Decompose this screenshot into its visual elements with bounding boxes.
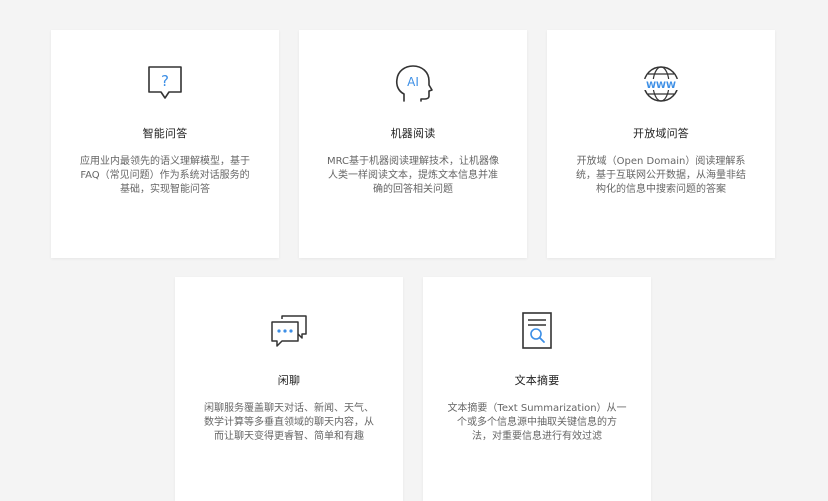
desc-line: 文本摘要（Text Summarization）从一: [447, 403, 627, 414]
card-description: 闲聊服务覆盖聊天对话、新闻、天气、 数学计算等多垂直领域的聊天内容，从 而让聊天…: [199, 402, 379, 444]
desc-line: 统，基于互联网公开数据，从海量非结: [576, 170, 746, 181]
card-title: 文本摘要: [514, 374, 560, 387]
card-text-summary[interactable]: 文本摘要 文本摘要（Text Summarization）从一 个或多个信息源中…: [423, 277, 651, 501]
card-smart-qa[interactable]: ? 智能问答 应用业内最领先的语义理解模型，基于 FAQ（常见问题）作为系统对话…: [51, 30, 279, 258]
card-open-domain-qa[interactable]: WWW 开放域问答 开放域（Open Domain）阅读理解系 统，基于互联网公…: [547, 30, 775, 258]
desc-line: 人类一样阅读文本，提炼文本信息并准: [328, 170, 498, 181]
card-title: 机器阅读: [390, 127, 436, 140]
desc-line: MRC基于机器阅读理解技术，让机器像: [326, 156, 500, 167]
question-bubble-icon: ?: [144, 63, 186, 105]
desc-line: 基础，实现智能问答: [120, 184, 210, 195]
desc-line: 而让聊天变得更睿智、简单和有趣: [214, 431, 364, 442]
desc-line: 确的回答相关问题: [373, 184, 453, 195]
desc-line: 法，对重要信息进行有效过滤: [472, 431, 602, 442]
www-label: WWW: [646, 81, 676, 91]
desc-line: 个或多个信息源中抽取关键信息的方: [457, 417, 617, 428]
desc-line: 构化的信息中搜索问题的答案: [596, 184, 726, 195]
card-description: 文本摘要（Text Summarization）从一 个或多个信息源中抽取关键信…: [447, 402, 627, 444]
desc-line: 应用业内最领先的语义理解模型，基于: [80, 156, 250, 167]
chat-bubbles-icon: [268, 310, 310, 352]
document-search-icon: [516, 310, 558, 352]
ai-label: AI: [407, 75, 419, 89]
desc-line: 闲聊服务覆盖聊天对话、新闻、天气、: [204, 403, 374, 414]
card-chitchat[interactable]: 闲聊 闲聊服务覆盖聊天对话、新闻、天气、 数学计算等多垂直领域的聊天内容，从 而…: [175, 277, 403, 501]
card-title: 智能问答: [142, 127, 188, 140]
desc-line: FAQ（常见问题）作为系统对话服务的: [80, 170, 250, 181]
card-machine-reading[interactable]: AI 机器阅读 MRC基于机器阅读理解技术，让机器像 人类一样阅读文本，提炼文本…: [299, 30, 527, 258]
card-title: 闲聊: [277, 374, 301, 387]
card-title: 开放域问答: [633, 127, 689, 140]
globe-www-icon: WWW: [640, 63, 682, 105]
svg-text:?: ?: [161, 72, 169, 90]
desc-line: 开放域（Open Domain）阅读理解系: [576, 156, 746, 167]
ai-head-icon: AI: [392, 63, 434, 105]
card-description: 应用业内最领先的语义理解模型，基于 FAQ（常见问题）作为系统对话服务的 基础，…: [75, 155, 255, 197]
card-description: MRC基于机器阅读理解技术，让机器像 人类一样阅读文本，提炼文本信息并准 确的回…: [323, 155, 503, 197]
card-description: 开放域（Open Domain）阅读理解系 统，基于互联网公开数据，从海量非结 …: [571, 155, 751, 197]
desc-line: 数学计算等多垂直领域的聊天内容，从: [204, 417, 374, 428]
